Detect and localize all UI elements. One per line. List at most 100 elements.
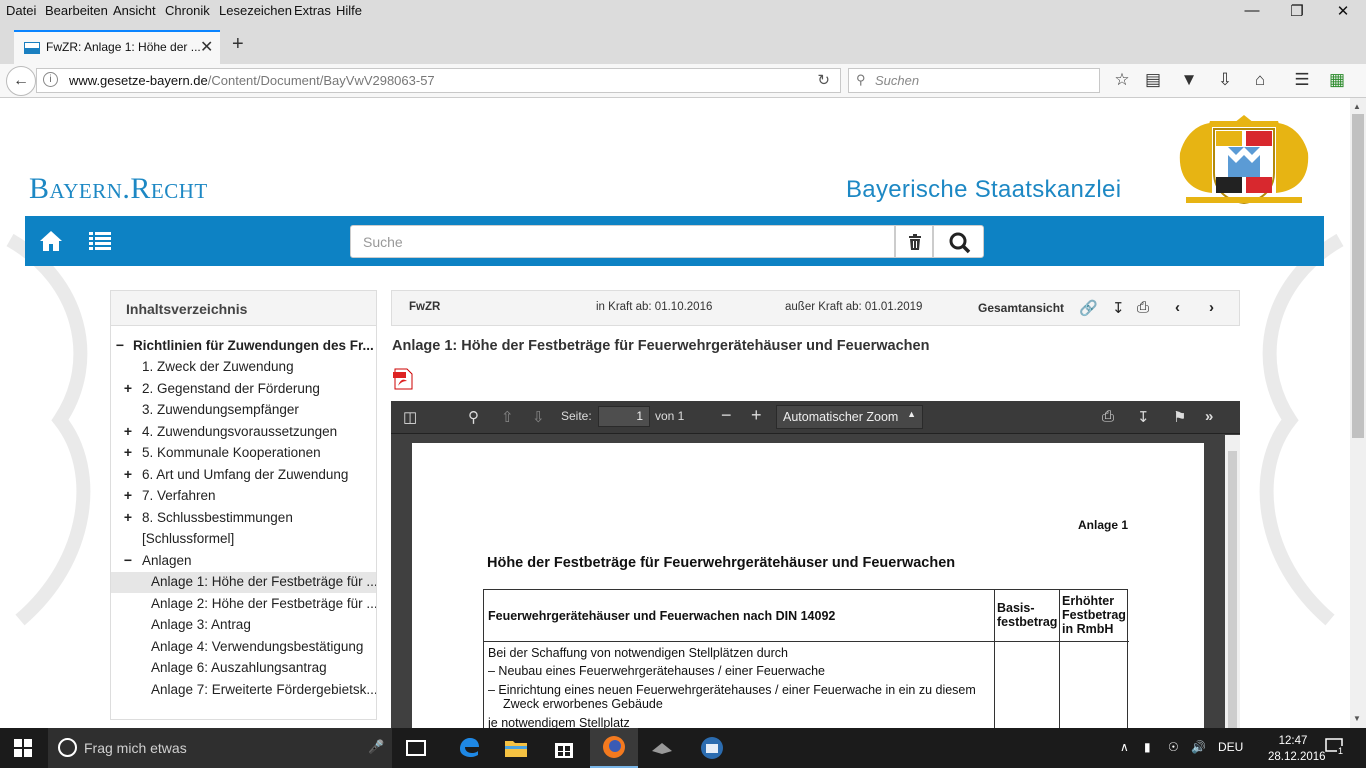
- toc-item[interactable]: +2. Gegenstand der Förderung: [111, 379, 376, 400]
- tray-expand-icon[interactable]: ∧: [1120, 740, 1129, 754]
- zoom-in-icon[interactable]: +: [751, 405, 762, 426]
- toc-item[interactable]: − Anlagen: [111, 551, 376, 572]
- app-icon[interactable]: [648, 735, 676, 761]
- store-icon[interactable]: [550, 735, 578, 761]
- scroll-down-icon[interactable]: ▼: [1353, 714, 1361, 723]
- toc-item[interactable]: Anlage 4: Verwendungsbestätigung: [111, 637, 376, 658]
- toc-item[interactable]: +8. Schlussbestimmungen: [111, 508, 376, 529]
- scroll-up-icon[interactable]: ▲: [1353, 102, 1361, 111]
- home-icon[interactable]: [39, 229, 63, 253]
- next-icon[interactable]: ›: [1209, 299, 1214, 316]
- cortana-placeholder: Frag mich etwas: [84, 740, 187, 756]
- menu-extras[interactable]: Extras: [294, 3, 331, 18]
- system-clock[interactable]: 12:47 28.12.2016: [1268, 733, 1326, 765]
- network-icon[interactable]: ☉: [1168, 740, 1179, 754]
- page-up-icon[interactable]: ⇧: [501, 408, 514, 426]
- pdf-scrollbar[interactable]: [1225, 435, 1240, 731]
- language-indicator[interactable]: DEU: [1218, 740, 1243, 754]
- new-tab-button[interactable]: +: [232, 33, 244, 56]
- pdf-file-icon[interactable]: [392, 368, 414, 390]
- toc-item[interactable]: +6. Art und Umfang der Zuwendung: [111, 465, 376, 486]
- menu-ansicht[interactable]: Ansicht: [113, 3, 156, 18]
- toc-item[interactable]: Anlage 7: Erweiterte Fördergebietsk...: [111, 680, 376, 701]
- more-tools-icon[interactable]: »: [1205, 408, 1213, 425]
- site-logo[interactable]: Bayern.Recht: [29, 172, 208, 206]
- action-center-icon[interactable]: 1: [1324, 737, 1346, 757]
- battery-icon[interactable]: ▮: [1144, 740, 1151, 754]
- toc-item[interactable]: Anlage 3: Antrag: [111, 615, 376, 636]
- toc-item[interactable]: 3. Zuwendungsempfänger: [111, 400, 376, 421]
- site-search-button[interactable]: [933, 225, 984, 258]
- table-cell: – Einrichtung eines neuen Feuerwehrgerät…: [488, 683, 976, 697]
- print-icon[interactable]: ⎙: [1137, 299, 1149, 316]
- hamburger-menu-icon[interactable]: ☰: [1290, 70, 1314, 90]
- thunderbird-icon[interactable]: [698, 735, 726, 761]
- pdf-scrollbar-thumb[interactable]: [1228, 451, 1237, 731]
- toc-item[interactable]: [Schlussformel]: [111, 529, 376, 550]
- download-icon[interactable]: ⇩: [1213, 70, 1237, 90]
- toc-item[interactable]: Anlage 6: Auszahlungsantrag: [111, 658, 376, 679]
- extension-icon[interactable]: ▦: [1325, 70, 1349, 90]
- bookmark-icon[interactable]: ⚑: [1173, 408, 1186, 426]
- link-icon[interactable]: 🔗: [1079, 299, 1098, 317]
- reload-icon[interactable]: ↻: [817, 71, 830, 89]
- minimize-button[interactable]: —: [1237, 2, 1267, 19]
- page-scrollbar[interactable]: ▲ ▼: [1350, 98, 1366, 728]
- site-search-input[interactable]: Suche: [350, 225, 895, 258]
- edge-browser-icon[interactable]: [454, 735, 482, 761]
- menu-chronik[interactable]: Chronik: [165, 3, 210, 18]
- zoom-select[interactable]: Automatischer Zoom ▲: [776, 405, 923, 429]
- toc-item[interactable]: Anlage 2: Höhe der Festbeträge für ...: [111, 594, 376, 615]
- menu-datei[interactable]: Datei: [6, 3, 36, 18]
- menu-hilfe[interactable]: Hilfe: [336, 3, 362, 18]
- volume-icon[interactable]: 🔊: [1191, 740, 1206, 754]
- pocket-icon[interactable]: ▼: [1177, 70, 1201, 90]
- toc-item[interactable]: 1. Zweck der Zuwendung: [111, 357, 376, 378]
- print-icon[interactable]: ⎙: [1102, 408, 1114, 425]
- page-label: Seite:: [561, 409, 592, 423]
- sidebar-toggle-icon[interactable]: ◫: [403, 408, 417, 426]
- list-icon[interactable]: [89, 231, 111, 251]
- home-icon[interactable]: ⌂: [1248, 70, 1272, 90]
- clear-search-button[interactable]: [895, 225, 933, 258]
- page-down-icon[interactable]: ⇩: [532, 408, 545, 426]
- toc-item[interactable]: +5. Kommunale Kooperationen: [111, 443, 376, 464]
- menu-bearbeiten[interactable]: Bearbeiten: [45, 3, 108, 18]
- gesamtansicht-link[interactable]: Gesamtansicht: [978, 301, 1064, 315]
- find-icon[interactable]: ⚲: [468, 408, 479, 426]
- tab-close-icon[interactable]: ✕: [200, 37, 213, 57]
- tab-active[interactable]: FwZR: Anlage 1: Höhe der ... ✕: [14, 30, 220, 64]
- microphone-icon[interactable]: 🎤: [368, 739, 384, 755]
- browser-search-input[interactable]: ⚲ Suchen: [848, 68, 1100, 93]
- firefox-taskbar-active[interactable]: [590, 728, 638, 768]
- toc-item[interactable]: − Richtlinien für Zuwendungen des Fr...: [111, 336, 376, 357]
- reading-list-icon[interactable]: ▤: [1141, 70, 1165, 90]
- url-text[interactable]: www.gesetze-bayern.de/Content/Document/B…: [69, 73, 435, 88]
- windows-start-icon[interactable]: [14, 739, 32, 757]
- save-icon[interactable]: ↧: [1137, 408, 1150, 426]
- arrow-left-icon: ←: [13, 72, 29, 89]
- bookmark-star-icon[interactable]: ☆: [1110, 70, 1134, 90]
- toc-item-selected[interactable]: Anlage 1: Höhe der Festbeträge für ...: [111, 572, 376, 593]
- scrollbar-thumb[interactable]: [1352, 114, 1364, 438]
- menu-bar: Datei Bearbeiten Ansicht Chronik Lesezei…: [0, 0, 1366, 28]
- back-button[interactable]: ←: [6, 66, 36, 96]
- file-explorer-icon[interactable]: [502, 735, 530, 761]
- zoom-out-icon[interactable]: −: [721, 405, 732, 426]
- firefox-icon: [603, 736, 625, 758]
- maximize-button[interactable]: ❐: [1282, 2, 1312, 20]
- close-window-button[interactable]: ✕: [1328, 2, 1358, 20]
- page-number-input[interactable]: 1: [598, 406, 650, 427]
- toc-item[interactable]: +4. Zuwendungsvoraussetzungen: [111, 422, 376, 443]
- task-view-icon[interactable]: [402, 735, 430, 761]
- site-search-placeholder: Suche: [363, 234, 403, 250]
- bayern-favicon-icon: [24, 42, 40, 54]
- info-icon[interactable]: i: [43, 72, 58, 87]
- url-bar[interactable]: i www.gesetze-bayern.de/Content/Document…: [36, 68, 841, 93]
- download-icon[interactable]: ↧: [1112, 299, 1125, 317]
- cortana-search[interactable]: Frag mich etwas 🎤: [48, 728, 392, 768]
- previous-icon[interactable]: ‹: [1175, 299, 1180, 316]
- menu-lesezeichen[interactable]: Lesezeichen: [219, 3, 292, 18]
- toc-item[interactable]: +7. Verfahren: [111, 486, 376, 507]
- table-header-cell: Erhöhter: [1062, 594, 1115, 608]
